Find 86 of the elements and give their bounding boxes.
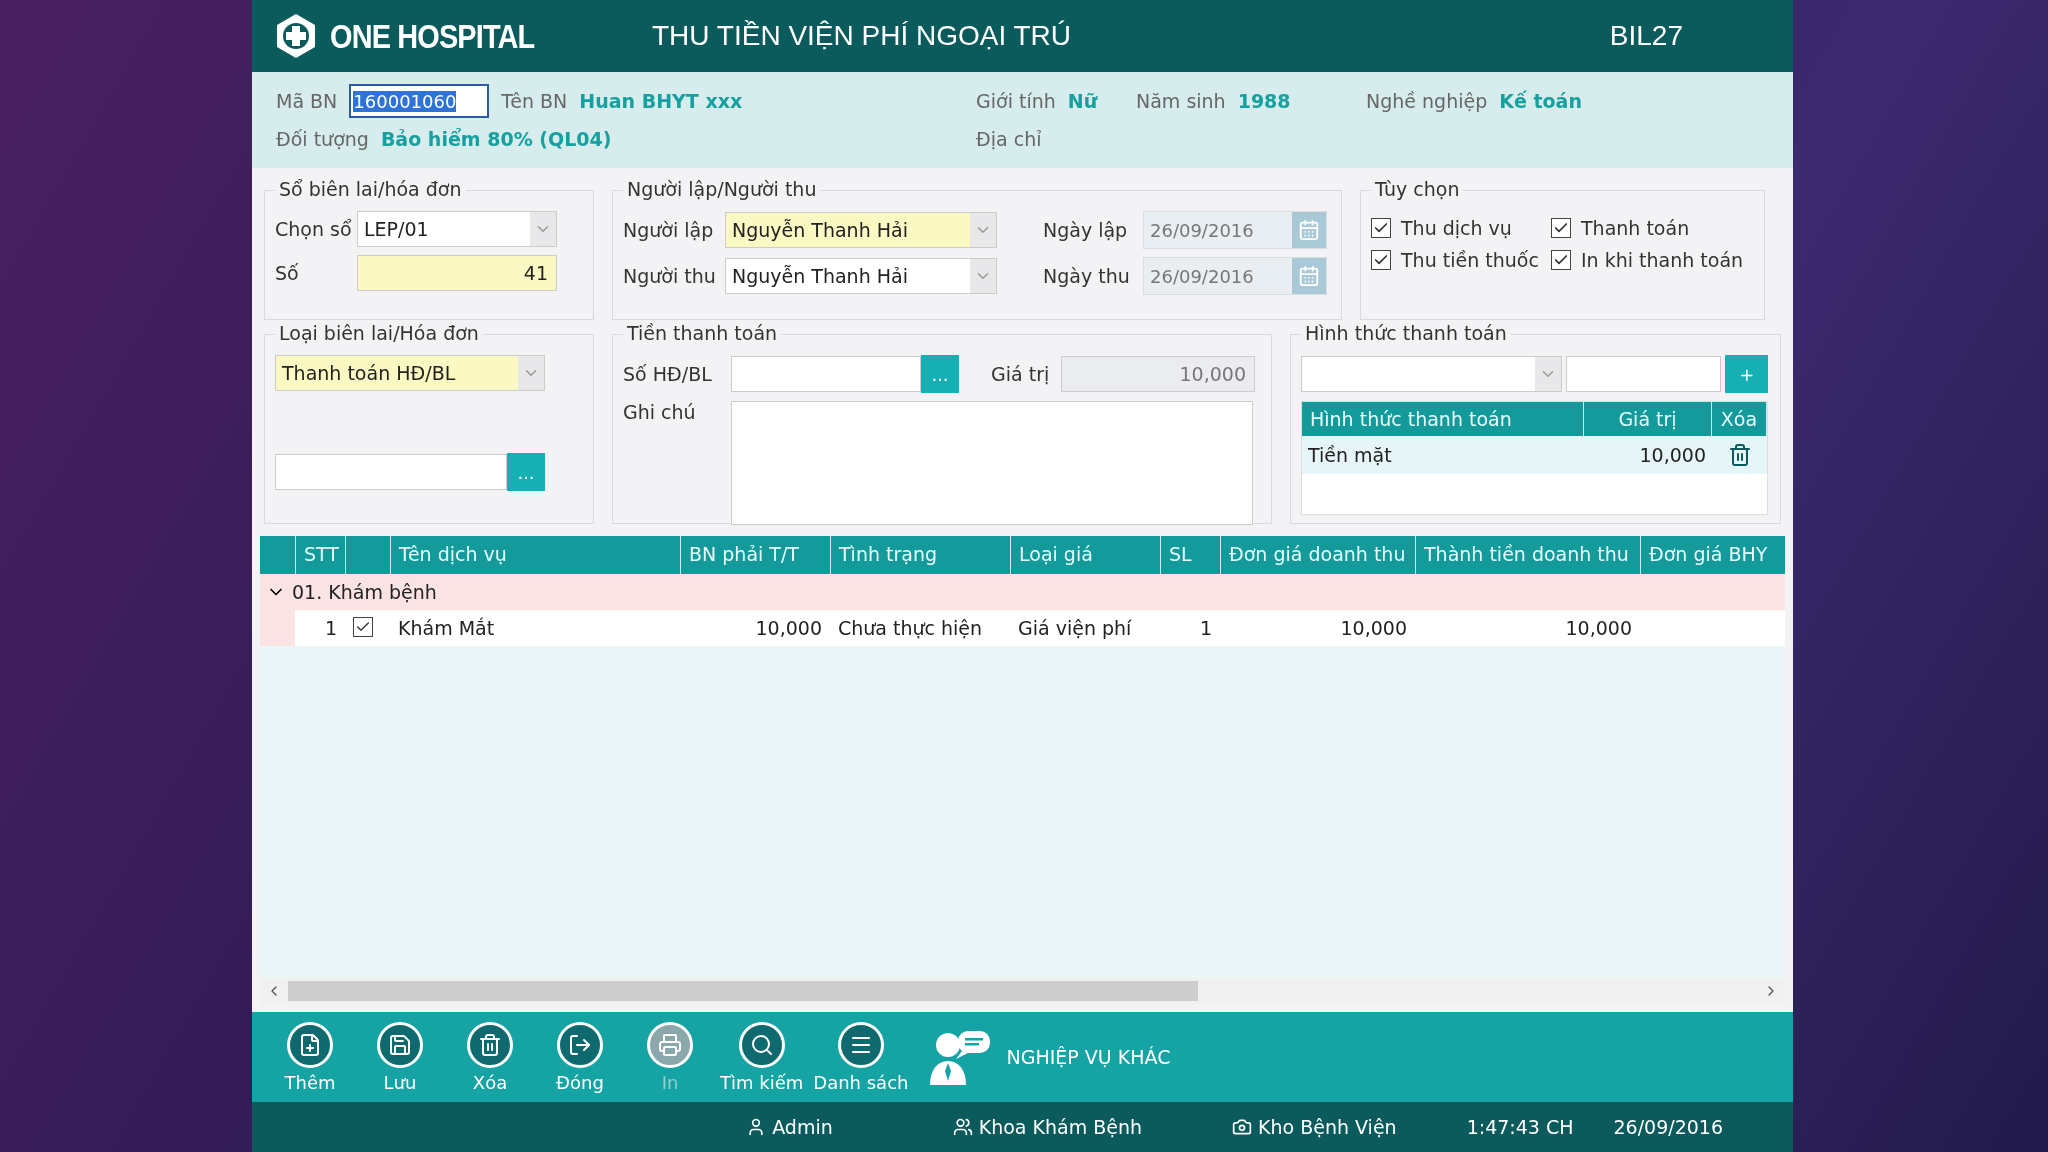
table-cell-text: Chưa thực hiện — [837, 617, 984, 639]
toolbar-button[interactable]: Xóa — [448, 1021, 532, 1093]
camera-icon — [1232, 1117, 1253, 1137]
option-checkbox[interactable]: Thanh toán — [1551, 217, 1752, 239]
field-label: Tên BN — [501, 90, 568, 112]
field-value: Bảo hiểm 80% (QL04) — [380, 128, 612, 150]
receipt-type-select[interactable]: Thanh toán HĐ/BL — [275, 355, 545, 391]
toolbar-button[interactable]: Danh sách — [811, 1021, 911, 1093]
group-title: Tùy chọn — [1371, 178, 1464, 200]
payment-method-select[interactable] — [1301, 356, 1563, 392]
collector-select[interactable]: Nguyễn Thanh Hải — [725, 258, 997, 294]
table-cell-text: 10,000 — [1339, 617, 1408, 639]
field-label: Số — [275, 262, 300, 284]
field-value: Nữ — [1067, 90, 1098, 112]
option-checkbox[interactable]: In khi thanh toán — [1551, 249, 1752, 271]
toolbar-button[interactable]: Thêm — [268, 1021, 352, 1093]
logo-text: ONE HOSPITAL — [330, 16, 535, 56]
table-cell-text: 10,000 — [1564, 617, 1633, 639]
note-field[interactable] — [731, 401, 1253, 525]
screen-code: BIL27 — [1609, 20, 1683, 52]
patient-id-field[interactable]: 160001060 — [349, 84, 490, 118]
field-label: Giá trị — [991, 363, 1051, 385]
group-label: 01. Khám bệnh — [292, 581, 437, 603]
toolbar-button[interactable]: Lưu — [358, 1021, 442, 1093]
table-cell-text: Giá viện phí — [1017, 617, 1133, 639]
status-text: 26/09/2016 — [1613, 1116, 1723, 1138]
field-value: 1988 — [1237, 90, 1291, 112]
field-label: Giới tính — [976, 90, 1056, 112]
calendar-icon — [1298, 219, 1320, 241]
book-select[interactable]: LEP/01 — [357, 211, 557, 247]
printer-icon — [658, 1032, 682, 1057]
users-icon — [952, 1117, 973, 1137]
status-text: Khoa Khám Bệnh — [978, 1116, 1143, 1138]
status-text: Kho Bệnh Viện — [1258, 1116, 1397, 1138]
table-cell-text: Khám Mắt — [397, 617, 496, 639]
field-label: Mã BN — [276, 90, 338, 112]
table-cell-text: 10,000 — [1638, 444, 1707, 466]
option-checkbox[interactable]: Thu tiền thuốc — [1371, 249, 1551, 271]
invoice-number-field[interactable] — [731, 356, 921, 392]
other-tasks-button[interactable]: NGHIỆP VỤ KHÁC — [922, 1026, 1177, 1088]
table-cell-text: Tiền mặt — [1307, 444, 1393, 466]
text-field[interactable] — [275, 454, 507, 490]
group-row[interactable]: 01. Khám bệnh — [260, 574, 1785, 610]
field-label: Địa chỉ — [976, 128, 1042, 150]
payment-amount-field[interactable] — [1566, 356, 1722, 392]
table-cell-text: 10,000 — [754, 617, 823, 639]
browse-button[interactable]: ... — [507, 453, 545, 491]
status-text: 1:47:43 CH — [1466, 1116, 1574, 1138]
field-value: Kế toán — [1499, 90, 1582, 112]
creator-select[interactable]: Nguyễn Thanh Hải — [725, 212, 997, 248]
field-label: Ngày lập — [1043, 219, 1129, 241]
table-cell-text: 1 — [323, 617, 338, 639]
field-value: Huan BHYT xxx — [579, 90, 743, 112]
exit-icon — [568, 1032, 592, 1057]
field-label: Đối tượng — [276, 128, 369, 150]
field-label: Ghi chú — [623, 401, 697, 423]
toolbar-button[interactable]: Đóng — [538, 1021, 622, 1093]
date-field[interactable]: 26/09/2016 — [1143, 211, 1327, 249]
add-file-icon — [298, 1032, 322, 1057]
calendar-icon — [1298, 265, 1320, 287]
field-label: Nghề nghiệp — [1366, 90, 1488, 112]
group-title: Sổ biên lai/hóa đơn — [275, 178, 466, 200]
date-field[interactable]: 26/09/2016 — [1143, 257, 1327, 295]
browse-button[interactable]: ... — [921, 355, 959, 393]
trash-icon — [478, 1032, 502, 1057]
delete-icon[interactable] — [1727, 443, 1752, 467]
field-label: Người lập — [623, 219, 715, 241]
table-cell-text: 1 — [1198, 617, 1213, 639]
row-checkbox[interactable] — [353, 617, 373, 637]
number-field[interactable]: 41 — [357, 255, 557, 291]
status-text: Admin — [772, 1116, 833, 1138]
option-checkbox[interactable]: Thu dịch vụ — [1371, 217, 1551, 239]
add-button[interactable]: + — [1725, 355, 1768, 393]
group-title: Loại biên lai/Hóa đơn — [275, 322, 483, 344]
amount-field[interactable]: 10,000 — [1061, 356, 1255, 392]
scrollbar-thumb[interactable] — [288, 981, 1198, 1001]
window-title: THU TIỀN VIỆN PHÍ NGOẠI TRÚ — [652, 20, 1072, 52]
field-label: Ngày thu — [1043, 265, 1131, 287]
toolbar-button[interactable]: Tìm kiếm — [718, 1021, 806, 1093]
field-label: Số HĐ/BL — [623, 363, 713, 385]
save-icon — [388, 1032, 412, 1057]
group-title: Người lập/Người thu — [623, 178, 821, 200]
field-label: Năm sinh — [1136, 90, 1226, 112]
row-marker — [260, 610, 295, 646]
search-icon — [749, 1032, 774, 1057]
field-label: Người thu — [623, 265, 715, 287]
